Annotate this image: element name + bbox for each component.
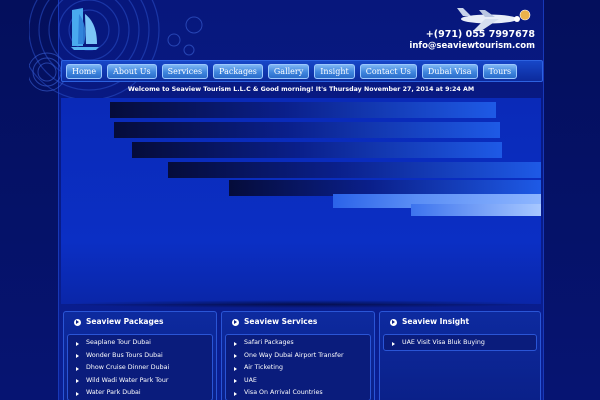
circle-arrow-icon — [390, 318, 397, 326]
panel-title: Seaview Services — [244, 317, 318, 326]
main-container: +(971) 055 7997678 info@seaviewtourism.c… — [29, 0, 544, 400]
list-item[interactable]: Seaplane Tour Dubai — [68, 337, 212, 350]
nav-insight[interactable]: Insight — [314, 63, 355, 79]
triangle-arrow-icon — [392, 341, 395, 346]
triangle-arrow-icon — [76, 341, 79, 346]
triangle-arrow-icon — [234, 354, 237, 359]
triangle-arrow-icon — [234, 341, 237, 346]
list-item[interactable]: Water Park Dubai — [68, 387, 212, 400]
slider-strip — [110, 102, 496, 118]
list-item[interactable]: UAE — [226, 375, 370, 388]
nav-home[interactable]: Home — [66, 63, 103, 79]
triangle-arrow-icon — [234, 391, 237, 396]
panel-packages: Seaview Packages Seaplane Tour Dubai Won… — [63, 311, 217, 400]
slider-shadow — [61, 300, 541, 308]
list-item[interactable]: Wild Wadi Water Park Tour — [68, 375, 212, 388]
triangle-arrow-icon — [76, 379, 79, 384]
list-item[interactable]: UAE Visit Visa Bluk Buying — [384, 337, 536, 350]
list-item[interactable]: Air Ticketing — [226, 362, 370, 375]
panel-insight: Seaview Insight UAE Visit Visa Bluk Buyi… — [379, 311, 541, 400]
email-address[interactable]: info@seaviewtourism.com — [409, 41, 535, 52]
panel-list: Safari Packages One Way Dubai Airport Tr… — [225, 334, 371, 400]
list-item[interactable]: Wonder Bus Tours Dubai — [68, 350, 212, 363]
nav-services[interactable]: Services — [161, 63, 209, 79]
circle-arrow-icon — [232, 318, 239, 326]
list-item[interactable]: One Way Dubai Airport Transfer — [226, 350, 370, 363]
contact-info: +(971) 055 7997678 info@seaviewtourism.c… — [409, 29, 535, 52]
panel-services: Seaview Services Safari Packages One Way… — [221, 311, 375, 400]
nav-dubai-visa[interactable]: Dubai Visa — [421, 63, 478, 79]
list-item[interactable]: Visa On Arrival Countries — [226, 387, 370, 400]
panel-list: UAE Visit Visa Bluk Buying — [383, 334, 537, 351]
nav-tours[interactable]: Tours — [482, 63, 518, 79]
nav-contact-us[interactable]: Contact Us — [359, 63, 417, 79]
welcome-message: Welcome to Seaview Tourism L.L.C & Good … — [127, 86, 475, 93]
main-navigation: Home About Us Services Packages Gallery … — [61, 60, 543, 82]
nav-gallery[interactable]: Gallery — [267, 63, 310, 79]
list-item[interactable]: Dhow Cruise Dinner Dubai — [68, 362, 212, 375]
triangle-arrow-icon — [234, 379, 237, 384]
triangle-arrow-icon — [234, 366, 237, 371]
phone-number[interactable]: +(971) 055 7997678 — [409, 29, 535, 41]
triangle-arrow-icon — [76, 354, 79, 359]
nav-packages[interactable]: Packages — [213, 63, 263, 79]
triangle-arrow-icon — [76, 391, 79, 396]
site-header: +(971) 055 7997678 info@seaviewtourism.c… — [29, 0, 543, 101]
circle-arrow-icon — [74, 318, 81, 326]
hero-slider[interactable] — [61, 98, 541, 304]
slider-strip — [114, 122, 500, 138]
slider-strip — [168, 162, 541, 178]
slider-strip — [132, 142, 502, 158]
nav-about-us[interactable]: About Us — [107, 63, 157, 79]
page-edge-right — [542, 0, 600, 400]
slider-strip — [411, 204, 541, 216]
panel-list: Seaplane Tour Dubai Wonder Bus Tours Dub… — [67, 334, 213, 400]
panel-title: Seaview Packages — [86, 317, 164, 326]
page: +(971) 055 7997678 info@seaviewtourism.c… — [0, 0, 600, 400]
list-item[interactable]: Safari Packages — [226, 337, 370, 350]
panel-title: Seaview Insight — [402, 317, 470, 326]
sail-logo-icon[interactable] — [69, 6, 101, 50]
triangle-arrow-icon — [76, 366, 79, 371]
